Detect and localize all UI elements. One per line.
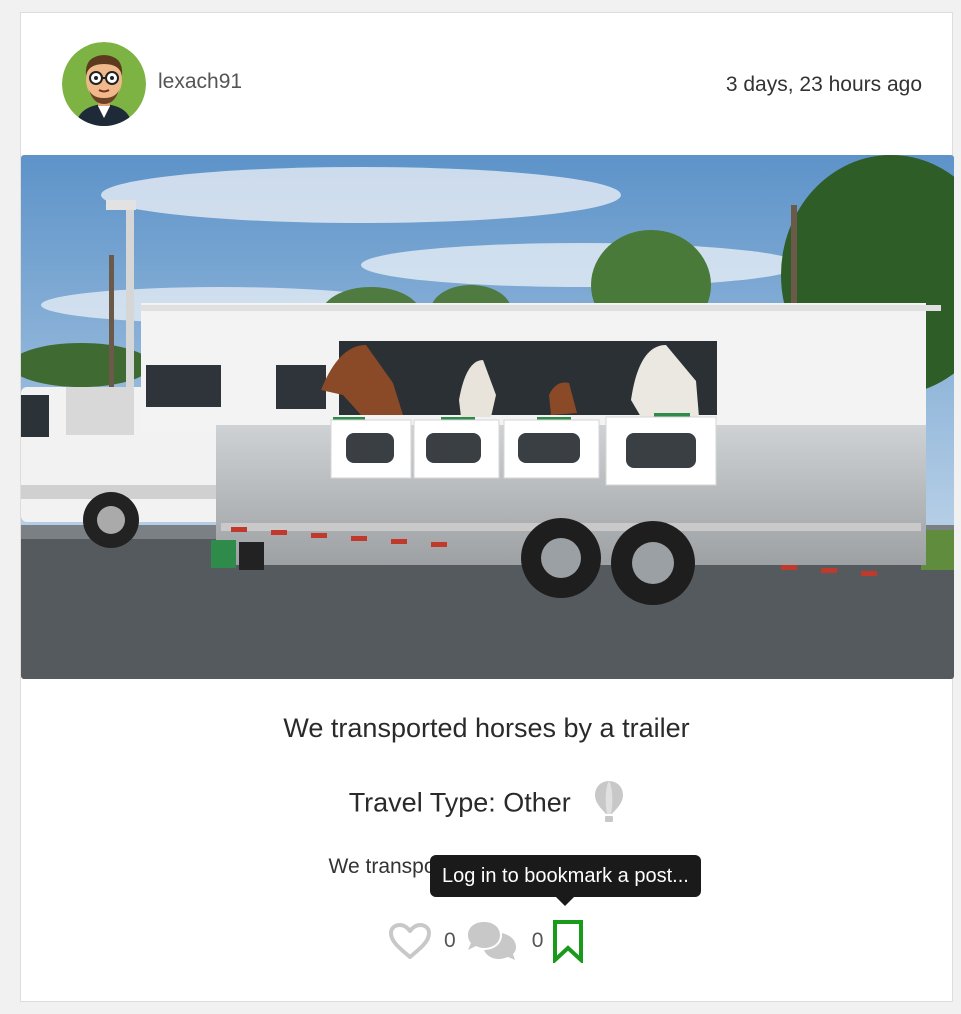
- post-actions: 0 0: [388, 919, 585, 963]
- avatar-icon: [62, 42, 146, 126]
- username-link[interactable]: lexach91: [158, 70, 242, 94]
- avatar[interactable]: [62, 42, 146, 126]
- bookmark-button[interactable]: [551, 919, 585, 963]
- post-card: lexach91 3 days, 23 hours ago We transpo…: [20, 12, 954, 1002]
- tooltip-arrow: [556, 897, 575, 906]
- tooltip-text: Log in to bookmark a post...: [442, 864, 689, 887]
- travel-type: Travel Type: Other: [21, 779, 952, 830]
- post-timestamp: 3 days, 23 hours ago: [725, 73, 922, 96]
- like-button[interactable]: [388, 922, 432, 960]
- heart-icon: [389, 923, 431, 959]
- post-image: [21, 155, 954, 679]
- travel-type-label: Travel Type: Other: [348, 787, 571, 818]
- hot-air-balloon-icon: [594, 779, 624, 830]
- comment-count: 0: [531, 929, 544, 952]
- comments-icon: [467, 922, 516, 960]
- like-count: 0: [444, 929, 456, 952]
- post-title: We transported horses by a trailer: [283, 713, 690, 743]
- comments-button[interactable]: [464, 919, 520, 963]
- bookmark-tooltip: Log in to bookmark a post...: [430, 855, 701, 906]
- bookmark-icon: [553, 920, 584, 963]
